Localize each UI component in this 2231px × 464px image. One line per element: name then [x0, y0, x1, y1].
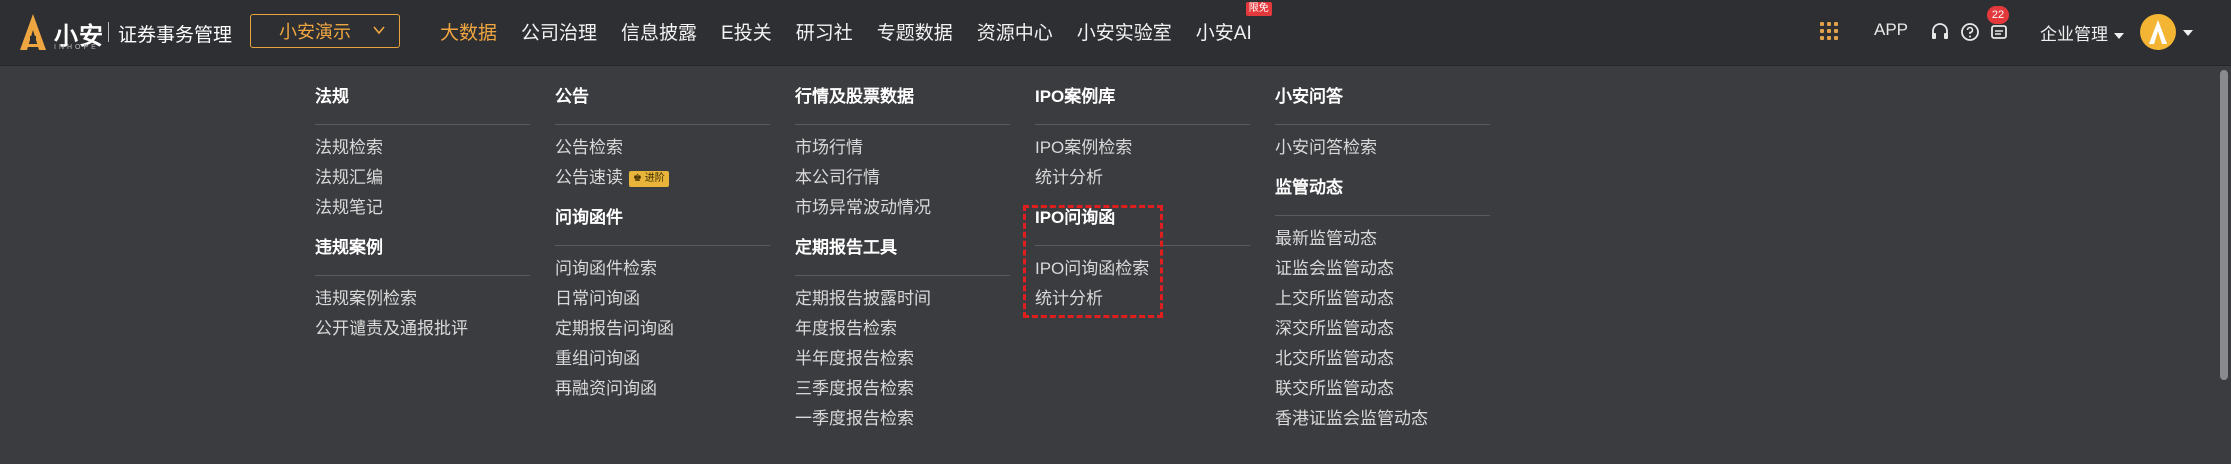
link-restructuring-inquiry[interactable]: 重组问询函	[555, 344, 770, 374]
section-title-ipo-cases: IPO案例库	[1035, 87, 1116, 106]
nav-study-club[interactable]: 研习社	[796, 18, 853, 45]
section-divider	[1035, 124, 1250, 125]
nav-lab[interactable]: 小安实验室	[1077, 18, 1172, 45]
link-qa-search[interactable]: 小安问答检索	[1275, 133, 1490, 163]
help-icon[interactable]	[1960, 22, 1980, 42]
link-q3-report-search[interactable]: 三季度报告检索	[795, 374, 1010, 404]
nav-corporate-governance[interactable]: 公司治理	[521, 18, 597, 45]
section-title-periodic-report-tools: 定期报告工具	[795, 238, 897, 257]
section-divider	[315, 124, 530, 125]
headset-icon[interactable]	[1930, 22, 1950, 42]
link-q1-report-search[interactable]: 一季度报告检索	[795, 404, 1010, 434]
nav-ai-label: 小安AI	[1195, 23, 1252, 44]
section-title-regulatory-news: 监管动态	[1275, 178, 1343, 197]
ipo-inquiry-highlight-box	[1023, 205, 1163, 318]
top-navigation-bar: 小安 INHOPE 证券事务管理 小安演示 大数据 公司治理 信息披露 E投关 …	[0, 0, 2231, 66]
section-title-market-stock-data: 行情及股票数据	[795, 87, 914, 106]
link-company-quotes[interactable]: 本公司行情	[795, 163, 1010, 193]
section-title-inquiry-letters: 问询函件	[555, 208, 623, 227]
link-latest-regulatory[interactable]: 最新监管动态	[1275, 224, 1490, 254]
nav-big-data[interactable]: 大数据	[440, 18, 497, 45]
section-divider	[555, 124, 770, 125]
link-report-disclosure-time[interactable]: 定期报告披露时间	[795, 284, 1010, 314]
link-bse-regulatory[interactable]: 北交所监管动态	[1275, 344, 1490, 374]
nav-information-disclosure[interactable]: 信息披露	[621, 18, 697, 45]
nav-resource-center[interactable]: 资源中心	[977, 18, 1053, 45]
app-link[interactable]: APP	[1874, 20, 1908, 40]
advanced-tag: ♚ 进阶	[629, 170, 669, 187]
section-divider	[1275, 215, 1490, 216]
link-abnormal-fluctuation[interactable]: 市场异常波动情况	[795, 193, 1010, 223]
link-announcement-search[interactable]: 公告检索	[555, 133, 770, 163]
menu-column-market-data: 行情及股票数据 市场行情 本公司行情 市场异常波动情况 定期报告工具 定期报告披…	[795, 86, 1010, 434]
section-divider	[795, 275, 1010, 276]
section-divider	[555, 245, 770, 246]
link-szse-regulatory[interactable]: 深交所监管动态	[1275, 314, 1490, 344]
link-refinancing-inquiry[interactable]: 再融资问询函	[555, 374, 770, 404]
section-title-regulations: 法规	[315, 87, 349, 106]
section-divider	[315, 275, 530, 276]
link-csrc-regulatory[interactable]: 证监会监管动态	[1275, 254, 1490, 284]
avatar[interactable]	[2140, 14, 2176, 50]
link-sse-regulatory[interactable]: 上交所监管动态	[1275, 284, 1490, 314]
link-announcement-quick-read-label: 公告速读	[555, 168, 623, 187]
brand-subtitle: INHOPE	[54, 44, 99, 51]
system-name: 证券事务管理	[118, 25, 233, 46]
avatar-caret-icon[interactable]	[2183, 30, 2193, 36]
message-count-badge: 22	[1987, 6, 2009, 24]
link-announcement-quick-read[interactable]: 公告速读 ♚ 进阶	[555, 163, 770, 193]
link-annual-report-search[interactable]: 年度报告检索	[795, 314, 1010, 344]
link-regulation-compilation[interactable]: 法规汇编	[315, 163, 530, 193]
logo-icon[interactable]	[20, 12, 46, 52]
menu-column-regulations: 法规 法规检索 法规汇编 法规笔记 违规案例 违规案例检索 公开谴责及通报批评	[315, 86, 530, 344]
link-inquiry-letter-search[interactable]: 问询函件检索	[555, 254, 770, 284]
section-divider	[795, 124, 1010, 125]
limited-free-badge: 限免	[1245, 2, 1272, 16]
section-title-qa: 小安问答	[1275, 87, 1343, 106]
section-title-violation-cases: 违规案例	[315, 238, 383, 257]
message-icon[interactable]	[1989, 22, 2009, 42]
demo-company-value: 小安演示	[279, 22, 351, 42]
link-regulation-notes[interactable]: 法规笔记	[315, 193, 530, 223]
demo-company-select[interactable]: 小安演示	[250, 14, 400, 48]
link-violation-case-search[interactable]: 违规案例检索	[315, 284, 530, 314]
nav-e-investor-relations[interactable]: E投关	[721, 18, 772, 45]
link-ipo-case-search[interactable]: IPO案例检索	[1035, 133, 1250, 163]
nav-topic-data[interactable]: 专题数据	[877, 18, 953, 45]
link-public-censure[interactable]: 公开谴责及通报批评	[315, 314, 530, 344]
company-management-label: 企业管理	[2040, 25, 2108, 44]
menu-column-qa-regulatory: 小安问答 小安问答检索 监管动态 最新监管动态 证监会监管动态 上交所监管动态 …	[1275, 86, 1490, 434]
avatar-icon	[2149, 20, 2167, 44]
link-semiannual-report-search[interactable]: 半年度报告检索	[795, 344, 1010, 374]
link-hkex-regulatory[interactable]: 联交所监管动态	[1275, 374, 1490, 404]
section-title-announcements: 公告	[555, 87, 589, 106]
link-daily-inquiry[interactable]: 日常问询函	[555, 284, 770, 314]
company-management-menu[interactable]: 企业管理	[2040, 20, 2124, 45]
menu-column-announcements: 公告 公告检索 公告速读 ♚ 进阶 问询函件 问询函件检索 日常问询函 定期报告问…	[555, 86, 770, 404]
link-regulation-search[interactable]: 法规检索	[315, 133, 530, 163]
section-divider	[1275, 124, 1490, 125]
apps-grid-icon[interactable]	[1820, 22, 1840, 42]
link-periodic-report-inquiry[interactable]: 定期报告问询函	[555, 314, 770, 344]
main-nav: 大数据 公司治理 信息披露 E投关 研习社 专题数据 资源中心 小安实验室 小安…	[440, 2, 1276, 45]
caret-down-icon	[2114, 32, 2124, 39]
nav-ai[interactable]: 小安AI 限免	[1195, 2, 1272, 45]
brand-divider	[108, 22, 109, 42]
scrollbar-thumb[interactable]	[2220, 70, 2228, 380]
chevron-down-icon	[373, 26, 385, 35]
link-ipo-statistics[interactable]: 统计分析	[1035, 163, 1250, 193]
link-hk-sfc-regulatory[interactable]: 香港证监会监管动态	[1275, 404, 1490, 434]
link-market-quotes[interactable]: 市场行情	[795, 133, 1010, 163]
